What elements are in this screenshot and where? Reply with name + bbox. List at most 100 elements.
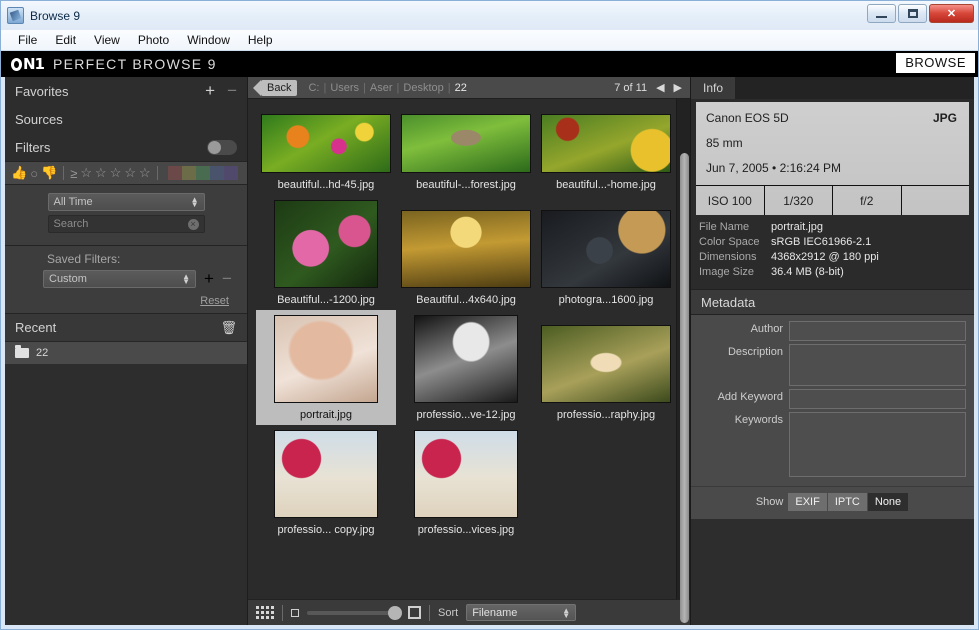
thumbnail-cell[interactable]: Beautiful...-1200.jpg [256,195,396,310]
color-swatch-blue[interactable] [210,166,224,180]
thumbnail-cell[interactable]: photogra...1600.jpg [536,195,676,310]
thumbnail-image [401,210,531,288]
thumbnail-caption: Beautiful...-1200.jpg [277,294,375,306]
time-filter-select[interactable]: All Time ▲▼ [48,193,205,211]
thumbnail-cell-empty [536,425,676,540]
favorites-add-button[interactable]: + [205,85,215,97]
info-card: Canon EOS 5D JPG 85 mm Jun 7, 2005 • 2:1… [696,102,969,215]
filters-toggle[interactable] [207,140,237,155]
color-space-value: sRGB IEC61966-2.1 [771,236,871,248]
breadcrumb-users[interactable]: Users [326,82,363,94]
time-filter-value: All Time [54,196,93,208]
right-sidebar: Info Canon EOS 5D JPG 85 mm Jun 7, 2005 … [690,77,974,625]
sort-select[interactable]: Filename ▲▼ [466,604,576,621]
breadcrumb-22[interactable]: 22 [451,82,471,94]
large-thumb-icon[interactable] [408,606,421,619]
scrollbar-thumb[interactable] [680,153,689,623]
metadata-header[interactable]: Metadata [691,289,974,315]
breadcrumb-aser[interactable]: Aser [366,82,397,94]
saved-filters-value: Custom [49,273,87,285]
slider-knob[interactable] [388,606,402,620]
thumbnail-cell-selected[interactable]: portrait.jpg [256,310,396,425]
prev-page-icon[interactable]: ◀ [656,81,664,94]
thumbnail-size-slider[interactable] [307,611,400,615]
exif-summary-row: ISO 100 1/320 f/2 [696,185,969,215]
favorites-label: Favorites [15,84,68,99]
thumbnail-cell[interactable]: beautiful-...forest.jpg [396,99,536,195]
thumbnail-cell[interactable]: Beautiful...4x640.jpg [396,195,536,310]
search-input[interactable]: Search × [48,215,205,233]
star-3-icon[interactable]: ☆ [110,165,122,181]
thumbnail-image [401,114,531,173]
sort-value: Filename [472,607,517,619]
show-exif-button[interactable]: EXIF [788,493,827,511]
menu-edit[interactable]: Edit [46,31,85,49]
sidebar-section-filters[interactable]: Filters [5,133,247,161]
menu-view[interactable]: View [85,31,129,49]
thumbnail-cell[interactable]: professio... copy.jpg [256,425,396,540]
star-1-icon[interactable]: ☆ [80,165,92,181]
thumbnail-cell[interactable]: professio...raphy.jpg [536,310,676,425]
tab-info[interactable]: Info [691,77,735,99]
brand-bar: N1 PERFECT BROWSE 9 BROWSE [1,51,978,77]
thumbs-up-icon[interactable]: 👍 [11,165,27,181]
saved-filter-remove-button[interactable]: − [222,273,232,285]
author-field[interactable] [789,321,966,341]
center-panel: Back C: | Users | Aser | Desktop | 22 7 … [248,77,690,625]
image-size-label: Image Size [699,266,771,278]
menu-window[interactable]: Window [178,31,239,49]
color-swatch-yellow[interactable] [182,166,196,180]
neutral-circle-icon[interactable]: ○ [30,166,38,181]
thumbnail-cell[interactable]: beautiful...-home.jpg [536,99,676,195]
color-swatch-green[interactable] [196,166,210,180]
color-swatch-purple[interactable] [224,166,238,180]
add-keyword-field[interactable] [789,389,966,409]
clear-search-icon[interactable]: × [188,219,199,230]
star-4-icon[interactable]: ☆ [124,165,136,181]
menu-file[interactable]: File [9,31,46,49]
show-iptc-button[interactable]: IPTC [828,493,868,511]
keywords-field[interactable] [789,412,966,477]
thumbs-down-icon[interactable]: 👎 [41,165,57,181]
sidebar-section-sources[interactable]: Sources [5,105,247,133]
maximize-button[interactable] [898,4,927,23]
saved-filters-section: Saved Filters: Custom ▲▼ + − Reset [5,246,247,314]
color-swatch-red[interactable] [168,166,182,180]
show-none-button[interactable]: None [868,493,909,511]
thumbnail-cell[interactable]: professio...vices.jpg [396,425,536,540]
saved-filters-select[interactable]: Custom ▲▼ [43,270,196,288]
trash-icon[interactable]: 🗑 [220,320,237,336]
app-window: Browse 9 ✕ File Edit View Photo Window H… [0,0,979,630]
divider [282,605,283,621]
star-5-icon[interactable]: ☆ [139,165,151,181]
favorites-remove-button[interactable]: − [227,85,237,97]
reset-filters-link[interactable]: Reset [200,295,229,307]
page-counter-group: 7 of 11 ◀ ▶ [614,81,682,94]
grid-view-icon[interactable] [256,606,274,619]
small-thumb-icon[interactable] [291,609,299,617]
browse-mode-button[interactable]: BROWSE [896,53,975,73]
thumbnail-cell[interactable]: professio...ve-12.jpg [396,310,536,425]
saved-filter-add-button[interactable]: + [204,273,214,285]
description-field[interactable] [789,344,966,386]
close-button[interactable]: ✕ [929,4,974,23]
star-2-icon[interactable]: ☆ [95,165,107,181]
sidebar-section-recent[interactable]: Recent 🗑 [5,314,247,342]
breadcrumb-c[interactable]: C: [304,82,323,94]
chevron-updown-icon: ▲▼ [182,274,190,284]
menu-photo[interactable]: Photo [129,31,178,49]
back-button[interactable]: Back [261,80,297,96]
description-label: Description [691,344,789,386]
thumbnail-cell[interactable]: beautiful...hd-45.jpg [256,99,396,195]
sidebar-section-favorites[interactable]: Favorites + − [5,77,247,105]
right-panel-empty-area [691,519,974,625]
minimize-button[interactable] [867,4,896,23]
recent-item-22[interactable]: 22 [5,342,247,364]
menu-help[interactable]: Help [239,31,282,49]
thumbnail-caption: beautiful...-home.jpg [556,179,656,191]
thumbnail-scrollbar[interactable] [676,99,690,599]
folder-icon [15,348,29,358]
breadcrumb-desktop[interactable]: Desktop [399,82,447,94]
next-page-icon[interactable]: ▶ [674,81,682,94]
thumbnail-grid[interactable]: beautiful...hd-45.jpg beautiful-...fores… [248,99,676,599]
